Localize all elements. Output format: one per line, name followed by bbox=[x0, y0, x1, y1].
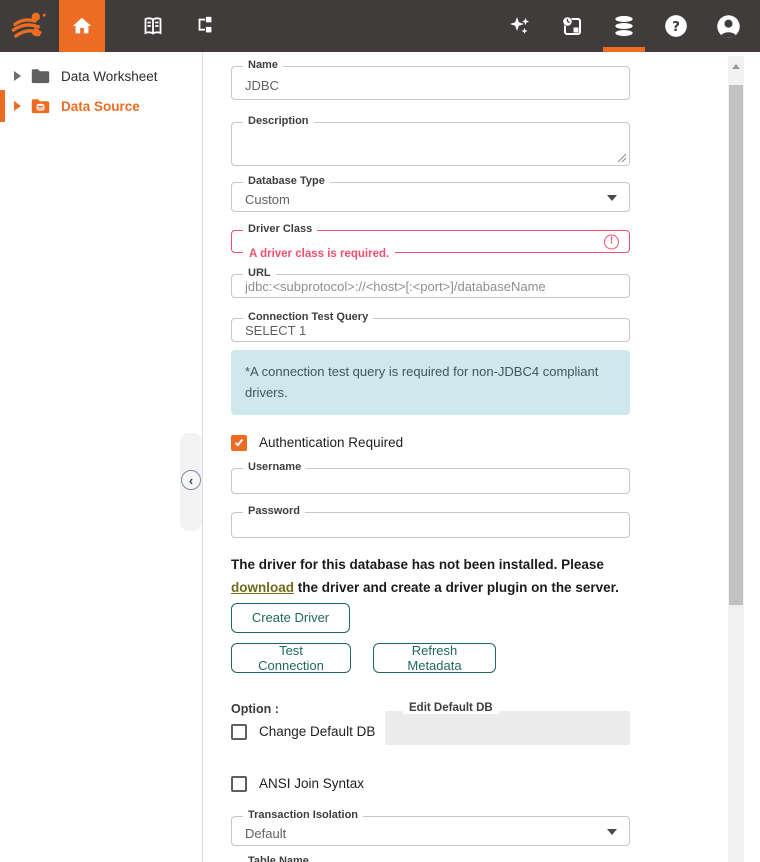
description-input[interactable] bbox=[232, 123, 629, 165]
transaction-isolation-label: Transaction Isolation bbox=[243, 809, 363, 821]
chevron-left-icon: ‹ bbox=[189, 474, 193, 487]
url-label: URL bbox=[243, 267, 276, 279]
ai-assistant-button[interactable] bbox=[494, 0, 546, 52]
create-driver-button[interactable]: Create Driver bbox=[231, 603, 350, 633]
name-input[interactable] bbox=[232, 67, 629, 99]
name-label: Name bbox=[243, 59, 283, 71]
svg-text:?: ? bbox=[672, 19, 680, 35]
scheduler-icon bbox=[560, 14, 584, 38]
brand-logo-icon bbox=[6, 0, 54, 52]
sidebar-item-data-source[interactable]: Data Source bbox=[0, 91, 202, 121]
driver-class-label: Driver Class bbox=[243, 223, 317, 235]
connection-test-query-field[interactable]: Connection Test Query bbox=[231, 318, 630, 342]
database-icon bbox=[611, 13, 637, 39]
connection-test-query-label: Connection Test Query bbox=[243, 311, 373, 323]
sidebar-item-data-worksheet[interactable]: Data Worksheet bbox=[0, 61, 202, 91]
driver-class-field[interactable]: Driver Class ! A driver class is require… bbox=[231, 230, 630, 253]
database-type-label: Database Type bbox=[243, 175, 330, 187]
options-section: Option : Change Default DB Edit Default … bbox=[231, 702, 630, 754]
folder-icon bbox=[31, 68, 51, 84]
description-field[interactable]: Description bbox=[231, 122, 630, 166]
account-button[interactable] bbox=[702, 0, 754, 52]
check-icon bbox=[235, 438, 243, 447]
password-label: Password bbox=[243, 505, 305, 517]
edit-default-db-label: Edit Default DB bbox=[403, 702, 499, 714]
url-input[interactable] bbox=[232, 275, 629, 297]
change-default-db-checkbox[interactable] bbox=[231, 724, 247, 740]
data-source-folder-icon bbox=[31, 98, 51, 114]
error-icon: ! bbox=[604, 234, 619, 249]
ansi-join-syntax-checkbox[interactable] bbox=[231, 776, 247, 792]
help-icon: ? bbox=[663, 13, 689, 39]
table-name-label: Table Name bbox=[243, 855, 314, 862]
ansi-join-syntax-checkbox-row[interactable]: ANSI Join Syntax bbox=[231, 776, 630, 792]
username-label: Username bbox=[243, 461, 306, 473]
info-note: *A connection test query is required for… bbox=[231, 350, 630, 415]
hierarchy-icon bbox=[194, 15, 216, 37]
sidebar-item-label: Data Worksheet bbox=[61, 69, 158, 84]
vertical-scrollbar[interactable] bbox=[728, 56, 744, 862]
authentication-required-label: Authentication Required bbox=[259, 435, 403, 450]
test-connection-button[interactable]: Test Connection bbox=[231, 643, 351, 673]
expand-caret-icon[interactable] bbox=[14, 101, 21, 111]
transaction-isolation-select[interactable]: Transaction Isolation Default bbox=[231, 816, 630, 846]
driver-message-text: The driver for this database has not bee… bbox=[231, 557, 604, 572]
schema-tree-button[interactable] bbox=[179, 0, 231, 52]
edit-default-db-field: Edit Default DB bbox=[385, 711, 630, 745]
data-button[interactable] bbox=[598, 0, 650, 52]
scrollbar-thumb[interactable] bbox=[729, 85, 743, 605]
driver-not-installed-message: The driver for this database has not bee… bbox=[231, 554, 630, 600]
sparkles-icon bbox=[508, 14, 532, 38]
sidebar: Data Worksheet Data Source bbox=[0, 52, 203, 862]
change-default-db-label: Change Default DB bbox=[259, 724, 375, 739]
password-field[interactable]: Password bbox=[231, 512, 630, 538]
download-link[interactable]: download bbox=[231, 580, 294, 595]
name-field[interactable]: Name bbox=[231, 66, 630, 100]
datasource-form: Name Description Database Type Custom Dr… bbox=[231, 66, 630, 862]
url-field[interactable]: URL bbox=[231, 274, 630, 298]
authentication-required-checkbox-row[interactable]: Authentication Required bbox=[231, 435, 630, 451]
scheduler-button[interactable] bbox=[546, 0, 598, 52]
expand-caret-icon[interactable] bbox=[14, 71, 21, 81]
driver-message-text: the driver and create a driver plugin on… bbox=[294, 580, 619, 595]
avatar-icon bbox=[715, 13, 742, 40]
driver-class-error-message: A driver class is required. bbox=[243, 248, 395, 260]
authentication-required-checkbox[interactable] bbox=[231, 435, 247, 451]
refresh-metadata-button[interactable]: Refresh Metadata bbox=[373, 643, 496, 673]
home-button[interactable] bbox=[59, 0, 105, 52]
chevron-down-icon bbox=[607, 829, 617, 835]
help-button[interactable]: ? bbox=[650, 0, 702, 52]
chevron-down-icon bbox=[607, 195, 617, 201]
app-window: ? Data Worksheet bbox=[0, 0, 760, 862]
catalog-button[interactable] bbox=[127, 0, 179, 52]
edit-default-db-input bbox=[385, 711, 630, 745]
scroll-up-button[interactable] bbox=[728, 60, 744, 72]
home-icon bbox=[71, 15, 93, 37]
main-content: Name Description Database Type Custom Dr… bbox=[204, 52, 728, 862]
description-label: Description bbox=[243, 115, 314, 127]
collapse-sidebar-button[interactable]: ‹ bbox=[181, 470, 201, 490]
username-field[interactable]: Username bbox=[231, 468, 630, 494]
arrow-up-icon bbox=[732, 64, 740, 69]
database-type-select[interactable]: Database Type Custom bbox=[231, 182, 630, 212]
top-navbar: ? bbox=[0, 0, 760, 52]
selected-indicator-bar bbox=[0, 90, 5, 122]
book-icon bbox=[141, 14, 165, 38]
ansi-join-syntax-label: ANSI Join Syntax bbox=[259, 776, 364, 791]
sidebar-item-label: Data Source bbox=[61, 99, 140, 114]
